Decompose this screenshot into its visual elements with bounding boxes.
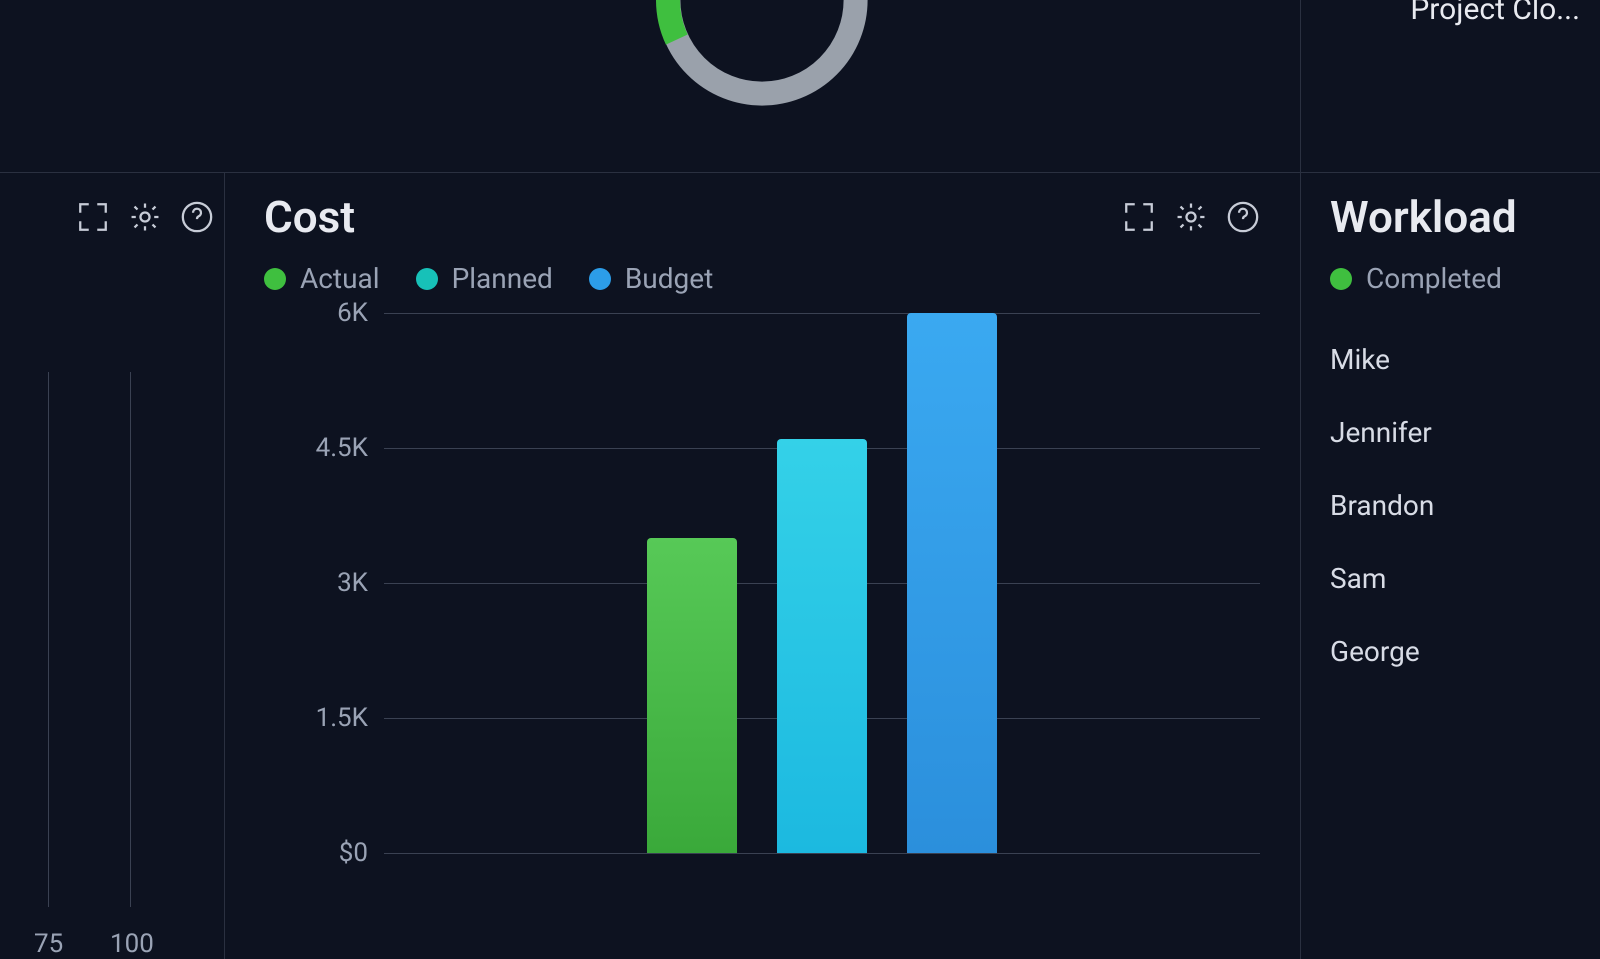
axis-tick: 100 xyxy=(110,929,154,959)
y-axis: 6K 4.5K 3K 1.5K $0 xyxy=(264,313,374,853)
cost-chart: 6K 4.5K 3K 1.5K $0 xyxy=(264,313,1260,853)
list-item: Mike xyxy=(1330,343,1570,376)
dot-icon xyxy=(1330,268,1352,290)
top-center-panel xyxy=(224,0,1300,172)
cost-panel-actions xyxy=(1122,200,1260,234)
dot-icon xyxy=(264,268,286,290)
list-item: George xyxy=(1330,635,1570,668)
y-tick: 1.5K xyxy=(316,703,368,733)
panel-title: Workload xyxy=(1330,191,1517,243)
left-panel: 75 100 xyxy=(0,172,224,959)
dot-icon xyxy=(589,268,611,290)
workload-panel: Workload Completed Mike Jennifer Brandon… xyxy=(1300,172,1600,959)
legend-item-actual[interactable]: Actual xyxy=(264,262,380,295)
gridline xyxy=(384,853,1260,854)
plot-area xyxy=(384,313,1260,853)
legend-item-completed[interactable]: Completed xyxy=(1330,262,1502,295)
gear-icon[interactable] xyxy=(1174,200,1208,234)
bar-budget[interactable] xyxy=(907,313,997,853)
list-item: Sam xyxy=(1330,562,1570,595)
legend-label: Planned xyxy=(452,262,553,295)
left-panel-actions xyxy=(76,200,214,234)
y-tick: 4.5K xyxy=(316,433,368,463)
help-icon[interactable] xyxy=(180,200,214,234)
expand-icon[interactable] xyxy=(1122,200,1156,234)
y-tick: $0 xyxy=(339,838,368,868)
cost-panel: Cost Actual Planned Budget xyxy=(224,172,1300,959)
y-tick: 6K xyxy=(337,298,368,328)
top-right-panel: Project Clo... xyxy=(1300,0,1600,172)
y-tick: 3K xyxy=(337,568,368,598)
bar-actual[interactable] xyxy=(647,538,737,853)
legend-item-planned[interactable]: Planned xyxy=(416,262,553,295)
legend-label: Actual xyxy=(300,262,380,295)
gridline xyxy=(384,313,1260,314)
legend-item-budget[interactable]: Budget xyxy=(589,262,713,295)
axis-tick: 75 xyxy=(34,929,63,959)
dot-icon xyxy=(416,268,438,290)
progress-arc xyxy=(224,0,1300,180)
truncated-title: Project Clo... xyxy=(1410,0,1580,27)
workload-names: Mike Jennifer Brandon Sam George xyxy=(1330,343,1570,668)
list-item: Jennifer xyxy=(1330,416,1570,449)
legend-label: Budget xyxy=(625,262,713,295)
donut-icon xyxy=(582,0,942,120)
list-item: Brandon xyxy=(1330,489,1570,522)
panel-title: Cost xyxy=(264,191,355,243)
expand-icon[interactable] xyxy=(76,200,110,234)
help-icon[interactable] xyxy=(1226,200,1260,234)
bar-planned[interactable] xyxy=(777,439,867,853)
left-axis-ticks: 75 100 xyxy=(10,592,224,959)
legend-label: Completed xyxy=(1366,262,1502,295)
cost-legend: Actual Planned Budget xyxy=(224,262,1300,313)
workload-legend: Completed xyxy=(1330,262,1570,313)
gear-icon[interactable] xyxy=(128,200,162,234)
